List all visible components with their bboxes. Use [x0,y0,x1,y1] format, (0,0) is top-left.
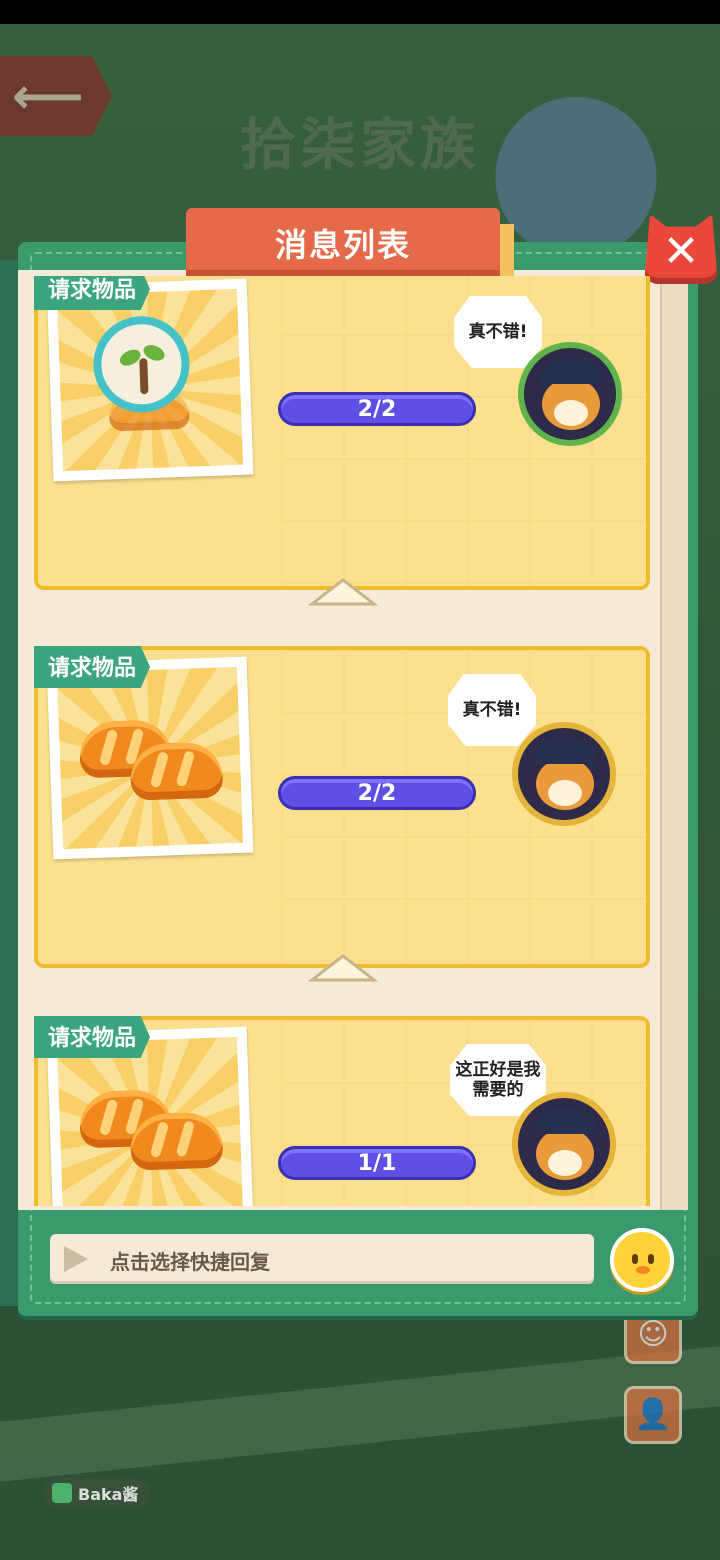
dialog-title: 消息列表 [274,226,411,264]
emoji-chick-icon [636,1266,650,1274]
sprout-stem [139,358,149,395]
request-item-label: 请求物品 [34,1016,151,1058]
panel-side-shadow [0,260,18,1306]
progress-text: 2/2 [357,397,397,422]
contacts-side-button[interactable]: 👤 [624,1386,682,1444]
dialog-title-tab: 消息列表 [186,208,500,276]
quick-reply-placeholder: 点击选择快捷回复 [110,1250,270,1274]
emoji-button[interactable] [610,1228,674,1292]
progress-text: 2/2 [357,781,397,806]
player-name: Baka酱 [78,1485,139,1504]
croissant-stripe [98,728,119,767]
request-item-label: 请求物品 [34,646,151,688]
avatar-muzzle [548,780,582,806]
family-title: 拾柒家族 [240,113,480,178]
request-item-label: 请求物品 [34,276,151,310]
map-road [0,1346,720,1482]
croissant-stripe [149,1120,170,1159]
message-list[interactable]: 请求物品 2/2 真不错! 请求物品 2/2 真不错! 请求物品 1/1 这正好… [18,276,660,1206]
croissant-stripe [175,750,196,788]
shiba-avatar[interactable] [512,722,616,826]
avatar-muzzle [554,400,588,426]
book-spine [660,270,688,1210]
emoji-eye [632,1254,638,1264]
message-card: 请求物品 2/2 真不错! [34,646,650,968]
shiba-avatar[interactable] [512,1092,616,1196]
quick-reply-input[interactable]: 点击选择快捷回复 [50,1234,594,1284]
progress-bar: 2/2 [278,392,476,426]
croissant-stripe [149,750,170,789]
progress-bar: 1/1 [278,1146,476,1180]
item-backdrop [56,1036,244,1206]
croissant-stripe [175,1120,196,1158]
player-icon [52,1483,72,1503]
collapse-chevron-icon[interactable] [308,576,378,610]
croissant-stripe [98,1098,119,1137]
avatar-hat [534,1108,596,1134]
close-icon: ✕ [662,226,700,277]
speech-bubble: 真不错! [448,674,536,746]
message-card: 请求物品 1/1 这正好是我需要的 [34,1016,650,1206]
status-bar [0,0,720,24]
item-backdrop [56,666,244,850]
avatar-hat [540,358,602,384]
collapse-chevron-icon[interactable] [308,952,378,986]
progress-text: 1/1 [357,1151,397,1176]
contacts-icon: 👤 [634,1397,672,1432]
message-card: 请求物品 2/2 真不错! [34,276,650,590]
shiba-avatar[interactable] [518,342,622,446]
avatar-muzzle [548,1150,582,1176]
speech-bubble: 真不错! [454,296,542,368]
send-icon [64,1246,88,1272]
emoji-eye [648,1254,654,1264]
progress-bar: 2/2 [278,776,476,810]
chat-icon: ☺ [637,1317,669,1352]
avatar-hat [534,738,596,764]
item-backdrop [56,288,244,472]
player-tag: Baka酱 [44,1478,151,1508]
